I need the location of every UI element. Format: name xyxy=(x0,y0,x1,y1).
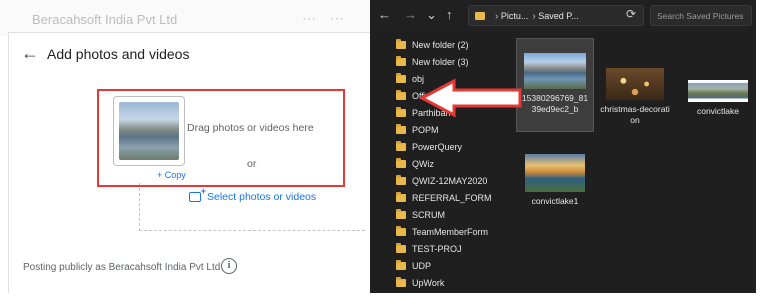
folder-icon xyxy=(396,157,406,168)
background-toolbar-icons: ⋯⋯ xyxy=(302,10,358,26)
nav-folder-item[interactable]: TeamMemberForm xyxy=(396,223,516,240)
folder-icon xyxy=(396,55,406,66)
nav-folder-item[interactable]: REFERRAL_FORM xyxy=(396,189,516,206)
folder-icon xyxy=(396,208,406,219)
red-arrow-annotation xyxy=(420,78,522,118)
posting-as-text: Posting publicly as Beracahsoft India Pv… xyxy=(23,262,221,273)
breadcrumb-saved-pictures[interactable]: Saved P... xyxy=(538,11,578,21)
mountain-lake-thumbnail xyxy=(524,53,586,89)
breadcrumb-pictures[interactable]: Pictu... xyxy=(501,11,529,21)
background-header: Beracahsoft India Pvt Ltd ⋯⋯ xyxy=(0,0,372,36)
file-explorer-window: ← → ⌄ ↑ › Pictu... › Saved P... ⟳ Search … xyxy=(370,0,756,293)
file-name: 15380296769_8139ed9ec2_b xyxy=(521,93,589,114)
nav-folder-item[interactable]: QWIZ-12MAY2020 xyxy=(396,172,516,189)
navigation-pane: New folder (2) New folder (3) obj Office… xyxy=(396,36,516,291)
or-separator: or xyxy=(247,158,257,170)
copy-badge: + Copy xyxy=(157,170,186,180)
dialog-title: Add photos and videos xyxy=(47,46,190,62)
nav-folder-item[interactable]: New folder (2) xyxy=(396,36,516,53)
add-photo-icon xyxy=(189,186,206,202)
address-bar[interactable]: › Pictu... › Saved P... xyxy=(468,5,644,26)
file-tile[interactable]: christmas-decoration xyxy=(600,68,670,126)
folder-icon xyxy=(396,225,406,236)
file-name: convictlake1 xyxy=(531,196,579,206)
select-photos-button[interactable]: Select photos or videos xyxy=(189,186,317,203)
folder-icon xyxy=(475,12,485,20)
nav-folder-item[interactable]: TEST-PROJ xyxy=(396,240,516,257)
file-name: convictlake xyxy=(696,106,740,116)
forward-icon[interactable]: → xyxy=(404,7,417,22)
background-page-title: Beracahsoft India Pvt Ltd xyxy=(32,12,178,27)
nav-folder-item[interactable]: UpWork xyxy=(396,274,516,291)
drag-instruction-text: Drag photos or videos here xyxy=(187,122,314,134)
back-arrow-icon[interactable]: ← xyxy=(21,43,39,64)
nav-folder-item[interactable]: UDP xyxy=(396,257,516,274)
folder-icon xyxy=(396,72,406,83)
search-input[interactable]: Search Saved Pictures xyxy=(650,5,752,26)
up-folder-icon[interactable]: ↑ xyxy=(446,7,453,22)
folder-icon xyxy=(396,140,406,151)
select-photos-label: Select photos or videos xyxy=(207,191,317,203)
folder-icon xyxy=(396,89,406,100)
file-name: christmas-decoration xyxy=(600,104,670,125)
back-icon[interactable]: ← xyxy=(378,7,391,22)
file-tile[interactable]: 15380296769_8139ed9ec2_b xyxy=(516,38,594,132)
nav-folder-item[interactable]: PowerQuery xyxy=(396,138,516,155)
folder-icon xyxy=(396,123,406,134)
file-tile[interactable]: convictlake xyxy=(682,80,754,117)
folder-icon xyxy=(396,259,406,270)
refresh-icon[interactable]: ⟳ xyxy=(626,7,636,21)
file-view: 15380296769_8139ed9ec2_b christmas-decor… xyxy=(514,32,756,293)
nav-folder-item[interactable]: POPM xyxy=(396,121,516,138)
folder-icon xyxy=(396,106,406,117)
christmas-lights-thumbnail xyxy=(606,68,664,100)
breadcrumb-chevron-icon: › xyxy=(532,11,536,22)
recent-locations-chevron-icon[interactable]: ⌄ xyxy=(426,7,437,23)
breadcrumb-chevron-icon: › xyxy=(495,11,499,22)
nav-folder-item[interactable]: SCRUM xyxy=(396,206,516,223)
google-business-page: Beracahsoft India Pvt Ltd ⋯⋯ ← Add photo… xyxy=(0,0,372,306)
explorer-toolbar: ← → ⌄ ↑ › Pictu... › Saved P... ⟳ Search … xyxy=(370,0,756,32)
bottom-strip xyxy=(0,293,768,306)
nav-folder-item[interactable]: QWiz xyxy=(396,155,516,172)
folder-icon xyxy=(396,276,406,287)
folder-icon xyxy=(396,174,406,185)
lake-sunset-thumbnail xyxy=(525,154,585,192)
nav-folder-item[interactable]: New folder (3) xyxy=(396,53,516,70)
file-tile[interactable]: convictlake1 xyxy=(522,154,588,207)
folder-icon xyxy=(396,38,406,49)
folder-icon xyxy=(396,242,406,253)
info-icon[interactable]: i xyxy=(221,258,237,274)
mountain-lake-image xyxy=(119,102,179,160)
folder-icon xyxy=(396,191,406,202)
add-photos-dialog: ← Add photos and videos + Copy Drag phot… xyxy=(8,32,372,294)
dragged-photo-thumbnail xyxy=(113,96,185,166)
lake-thumbnail xyxy=(688,80,748,102)
